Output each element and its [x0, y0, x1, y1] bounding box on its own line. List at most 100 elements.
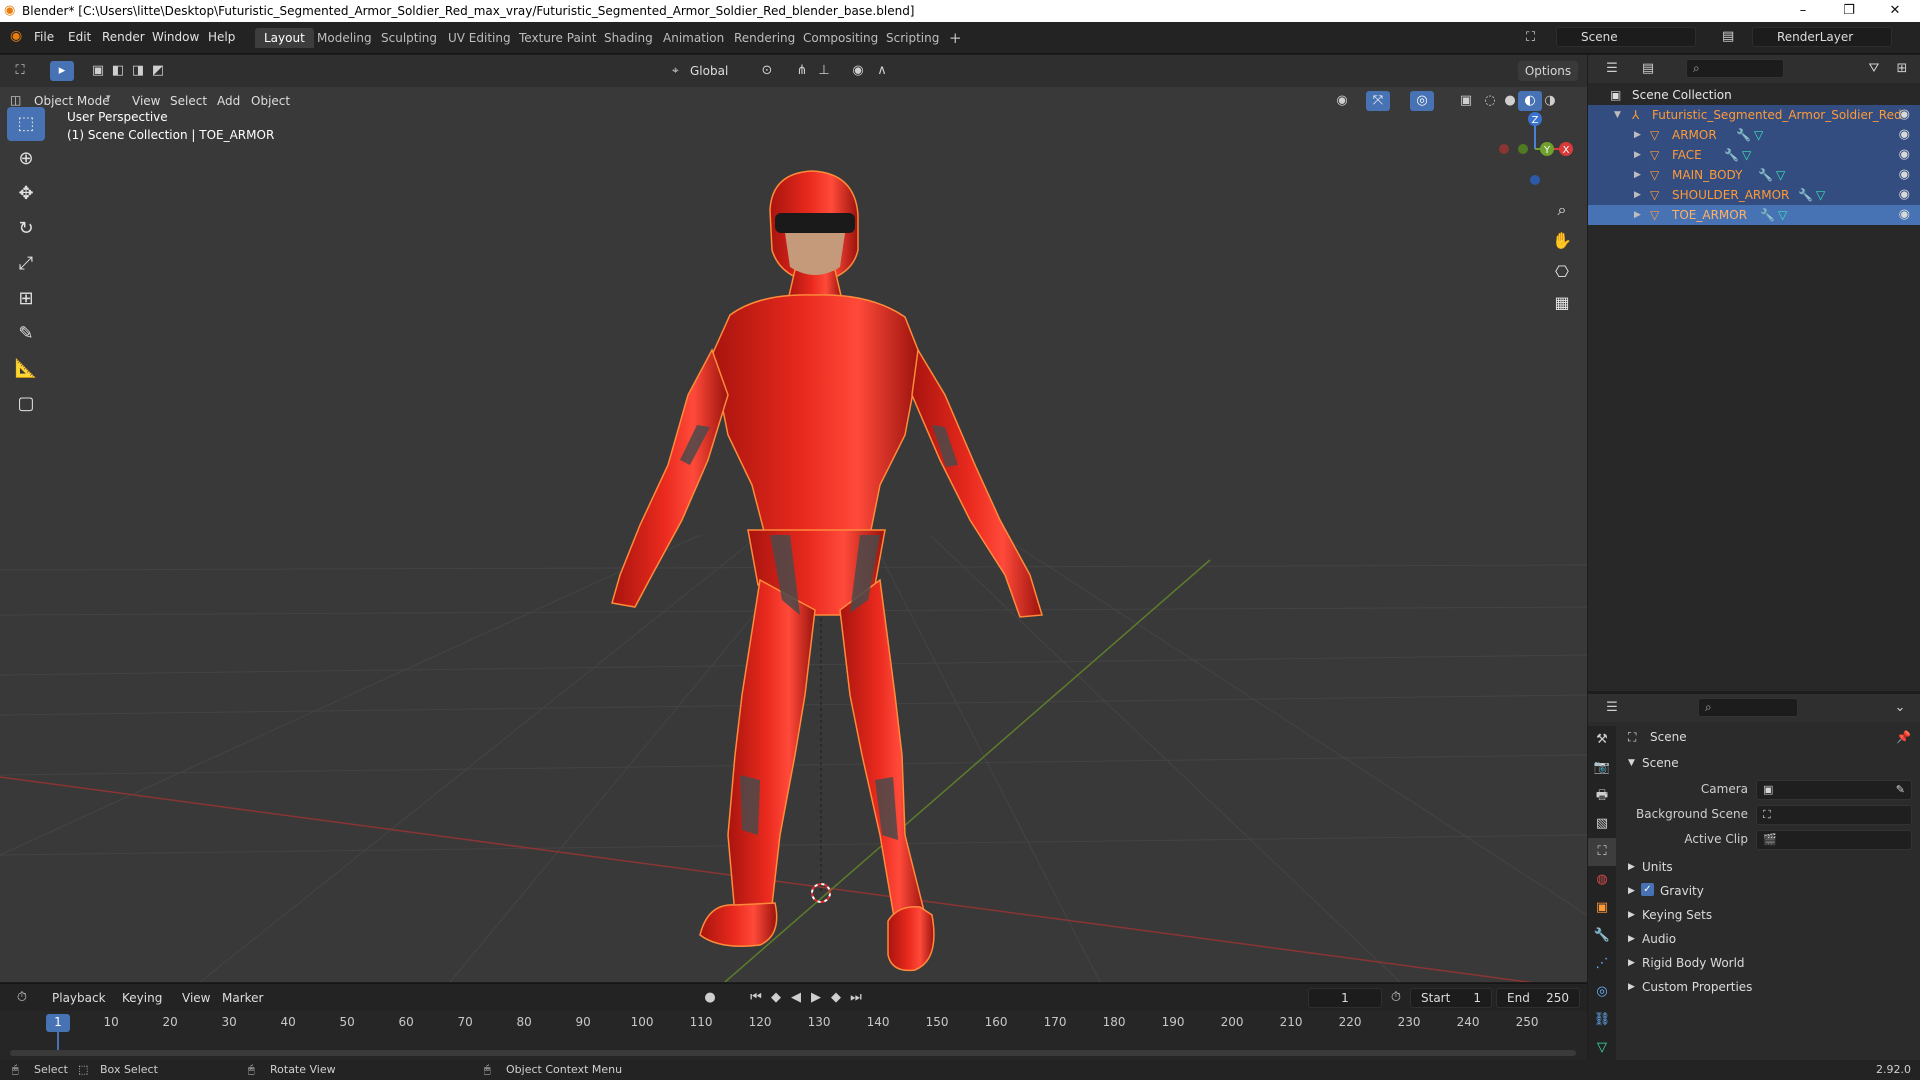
scale-tool-icon[interactable]: ⤢: [7, 247, 45, 281]
3d-viewport[interactable]: ⛶ ▸ ▣ ◧ ◨ ◩ ◫ Object Mode ▾ View Select …: [0, 55, 1587, 982]
eye-icon[interactable]: ◉: [1899, 185, 1910, 205]
outliner-row-face[interactable]: ▶ ▽ FACE 🔧 ▽ ◉: [1588, 145, 1920, 165]
units-panel[interactable]: Units: [1642, 856, 1673, 878]
transform-orientation-dropdown[interactable]: Global: [690, 61, 728, 81]
expand-triangle-icon[interactable]: ▶: [1628, 958, 1635, 968]
ortho-grid-icon[interactable]: ▦: [1547, 288, 1577, 318]
outliner-row-toe-armor[interactable]: ▶ ▽ TOE_ARMOR 🔧 ▽ ◉: [1588, 205, 1920, 225]
eye-icon[interactable]: ◉: [1899, 145, 1910, 165]
tab-uv-editing[interactable]: UV Editing: [439, 28, 520, 48]
mesh-data-icon[interactable]: ▽: [1754, 125, 1763, 145]
view-menu[interactable]: View: [182, 988, 210, 1008]
constraints-tab-icon[interactable]: ⛓: [1588, 1006, 1616, 1034]
expand-triangle-icon[interactable]: ▶: [1634, 125, 1641, 145]
proportional-edit-icon[interactable]: ◉: [846, 61, 870, 81]
particles-tab-icon[interactable]: ⋰: [1588, 950, 1616, 978]
add-cube-tool-icon[interactable]: ▢: [7, 387, 45, 421]
scene-tab-icon[interactable]: ⛶: [1588, 838, 1616, 866]
expand-triangle-icon[interactable]: ▶: [1634, 165, 1641, 185]
expand-triangle-icon[interactable]: ▶: [1628, 862, 1635, 872]
record-icon[interactable]: ●: [698, 988, 722, 1008]
armor-soldier-model[interactable]: [611, 170, 1043, 972]
snap-target-icon[interactable]: ⊥: [812, 61, 836, 81]
xray-toggle-icon[interactable]: ▣: [1454, 91, 1478, 111]
menu-render[interactable]: Render: [102, 30, 145, 44]
maximize-button[interactable]: ❐: [1826, 0, 1872, 22]
expand-triangle-icon[interactable]: ▶: [1628, 934, 1635, 944]
properties-editor-icon[interactable]: ☰: [1600, 698, 1624, 718]
wrench-icon[interactable]: 🔧: [1736, 125, 1751, 145]
current-frame-field[interactable]: 1: [1308, 988, 1382, 1008]
marker-menu[interactable]: Marker: [222, 988, 263, 1008]
expand-triangle-icon[interactable]: ▶: [1634, 205, 1641, 225]
eye-icon[interactable]: ◉: [1899, 205, 1910, 225]
object-tab-icon[interactable]: ▣: [1588, 894, 1616, 922]
expand-triangle-icon[interactable]: ▶: [1634, 185, 1641, 205]
mesh-data-icon[interactable]: ▽: [1776, 165, 1785, 185]
select-mode-invert-icon[interactable]: ◩: [146, 61, 170, 81]
background-scene-field[interactable]: ⛶: [1756, 805, 1912, 825]
mesh-data-icon[interactable]: ▽: [1778, 205, 1787, 225]
move-tool-icon[interactable]: ✥: [7, 177, 45, 211]
expand-triangle-icon[interactable]: ▶: [1628, 886, 1635, 896]
outliner-row-collection[interactable]: ▼ ⅄ Futuristic_Segmented_Armor_Soldier_R…: [1588, 105, 1920, 125]
outliner-search-input[interactable]: ⌕: [1686, 59, 1784, 78]
world-tab-icon[interactable]: ◍: [1588, 866, 1616, 894]
eye-icon[interactable]: ◉: [1899, 165, 1910, 185]
visibility-icon[interactable]: ◉: [1330, 91, 1354, 111]
gizmo-neg-y-handle[interactable]: [1518, 144, 1528, 154]
filter-icon[interactable]: ⛛: [1862, 59, 1886, 79]
chevron-down-icon[interactable]: ⌄: [1888, 698, 1912, 718]
tab-rendering[interactable]: Rendering: [725, 28, 804, 48]
select-box-tool-icon[interactable]: ⬚: [7, 107, 45, 141]
cursor-tool-icon[interactable]: ⊕: [7, 142, 45, 176]
wrench-icon[interactable]: 🔧: [1760, 205, 1775, 225]
physics-tab-icon[interactable]: ◎: [1588, 978, 1616, 1006]
blender-menu-icon[interactable]: ◉: [10, 28, 22, 44]
measure-tool-icon[interactable]: 📐: [7, 352, 45, 386]
gravity-checkbox[interactable]: ✓: [1641, 883, 1654, 896]
start-frame-field[interactable]: Start 1: [1410, 988, 1492, 1008]
tool-tab-icon[interactable]: ⚒: [1588, 726, 1616, 754]
zoom-icon[interactable]: ⌕: [1547, 195, 1577, 225]
add-workspace-button[interactable]: +: [940, 28, 971, 48]
jump-end-icon[interactable]: ⏭: [844, 988, 868, 1008]
rendered-shading-icon[interactable]: ◑: [1538, 91, 1562, 111]
camera-field[interactable]: ▣ ✎: [1756, 780, 1912, 800]
gizmo-neg-z-handle[interactable]: [1530, 175, 1540, 185]
active-clip-field[interactable]: 🎬: [1756, 830, 1912, 850]
expand-triangle-icon[interactable]: ▶: [1634, 145, 1641, 165]
menu-edit[interactable]: Edit: [68, 30, 91, 44]
tab-sculpting[interactable]: Sculpting: [372, 28, 446, 48]
keying-sets-panel[interactable]: Keying Sets: [1642, 904, 1712, 926]
menu-help[interactable]: Help: [208, 30, 235, 44]
wrench-icon[interactable]: 🔧: [1798, 185, 1813, 205]
rotate-tool-icon[interactable]: ↻: [7, 212, 45, 246]
select-tool-icon[interactable]: ▸: [50, 61, 74, 81]
menu-file[interactable]: File: [34, 30, 54, 44]
mesh-data-icon[interactable]: ▽: [1816, 185, 1825, 205]
rigid-body-world-panel[interactable]: Rigid Body World: [1642, 952, 1745, 974]
tab-texture-paint[interactable]: Texture Paint: [510, 28, 605, 48]
falloff-icon[interactable]: ∧: [870, 61, 894, 81]
timeline-editor-icon[interactable]: ⏱: [10, 988, 34, 1008]
navigation-gizmo-axes[interactable]: Z X Y: [1490, 110, 1580, 190]
tab-shading[interactable]: Shading: [595, 28, 662, 48]
gravity-panel[interactable]: Gravity: [1660, 880, 1704, 902]
view-layer-tab-icon[interactable]: ▧: [1588, 810, 1616, 838]
eyedropper-icon[interactable]: ✎: [1896, 783, 1905, 796]
scene-selector[interactable]: Scene: [1556, 27, 1696, 47]
eye-icon[interactable]: ◉: [1899, 125, 1910, 145]
display-mode-icon[interactable]: ▤: [1636, 59, 1660, 79]
outliner-row-shoulder-armor[interactable]: ▶ ▽ SHOULDER_ARMOR 🔧 ▽ ◉: [1588, 185, 1920, 205]
gizmo-neg-x-handle[interactable]: [1499, 144, 1509, 154]
transform-tool-icon[interactable]: ⊞: [7, 282, 45, 316]
tab-animation[interactable]: Animation: [654, 28, 733, 48]
keying-menu[interactable]: Keying: [122, 988, 162, 1008]
eye-icon[interactable]: ◉: [1899, 105, 1910, 125]
expand-triangle-icon[interactable]: ▶: [1628, 910, 1635, 920]
pivot-point-icon[interactable]: ⊙: [755, 61, 779, 81]
output-tab-icon[interactable]: 🖶: [1588, 782, 1616, 810]
menu-window[interactable]: Window: [152, 30, 199, 44]
overlay-toggle-icon[interactable]: ◎: [1410, 91, 1434, 111]
